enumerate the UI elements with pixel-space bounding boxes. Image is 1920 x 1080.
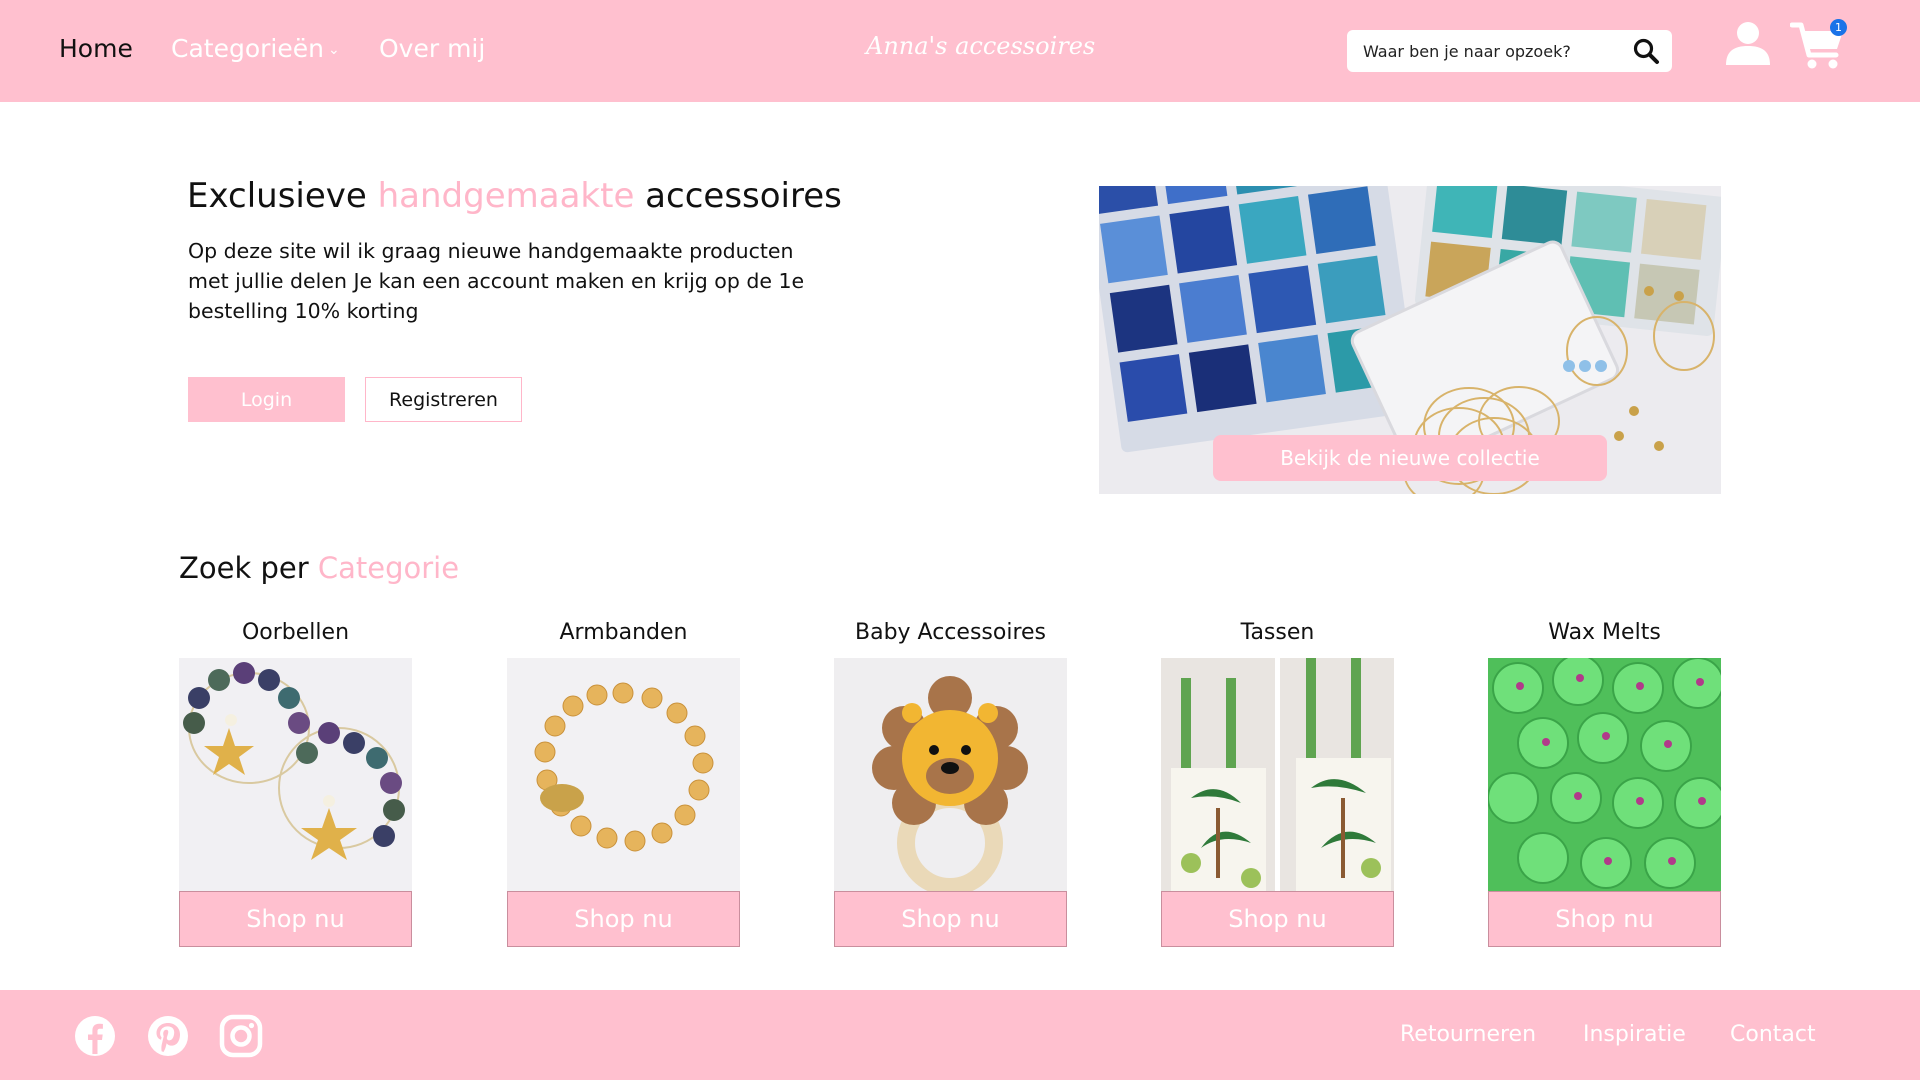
login-button[interactable]: Login [188, 377, 345, 422]
shop-now-button[interactable]: Shop nu [1161, 891, 1394, 947]
categories-heading-part1: Zoek per [179, 551, 318, 585]
hero-title: Exclusieve handgemaakte accessoires [187, 176, 842, 216]
hero-title-part1: Exclusieve [187, 176, 378, 216]
hero-title-accent: handgemaakte [377, 176, 635, 216]
category-label: Armbanden [559, 620, 688, 645]
categories-heading-accent: Categorie [317, 551, 460, 585]
nav-about[interactable]: Over mij [379, 34, 485, 63]
user-icon[interactable] [1724, 19, 1772, 67]
shop-now-button[interactable]: Shop nu [834, 891, 1067, 947]
bracelet-photo [507, 658, 740, 891]
search-input[interactable] [1363, 30, 1623, 72]
wax-melts-photo [1488, 658, 1721, 891]
footer-link-inspiratie[interactable]: Inspiratie [1583, 1022, 1686, 1047]
instagram-icon[interactable] [219, 1014, 263, 1058]
nav-home[interactable]: Home [59, 34, 133, 63]
hero-title-part2: accessoires [634, 176, 842, 216]
hero-description: Op deze site wil ik graag nieuwe handgem… [188, 239, 805, 323]
baby-rattle-photo [834, 658, 1067, 891]
nav-categories-label: Categorieën [171, 34, 324, 63]
view-collection-button[interactable]: Bekijk de nieuwe collectie [1213, 435, 1607, 481]
facebook-icon[interactable] [73, 1014, 117, 1058]
categories-heading: Zoek per Categorie [179, 551, 459, 585]
pinterest-icon[interactable] [146, 1014, 190, 1058]
footer-link-retourneren[interactable]: Retourneren [1400, 1022, 1536, 1047]
shop-now-button[interactable]: Shop nu [507, 891, 740, 947]
category-label: Oorbellen [241, 620, 350, 645]
register-button[interactable]: Registreren [365, 377, 522, 422]
category-label: Wax Melts [1548, 620, 1661, 645]
bags-photo [1161, 658, 1394, 891]
earrings-photo [179, 658, 412, 891]
search-bar [1347, 30, 1672, 72]
cart-count-badge: 1 [1830, 19, 1847, 36]
shop-now-button[interactable]: Shop nu [1488, 891, 1721, 947]
category-label: Baby Accessoires [855, 620, 1046, 645]
footer-link-contact[interactable]: Contact [1730, 1022, 1816, 1047]
shop-now-button[interactable]: Shop nu [179, 891, 412, 947]
category-label: Tassen [1240, 620, 1315, 645]
chevron-down-icon: ⌄ [327, 42, 340, 58]
site-logo[interactable]: Anna's accessoires [866, 32, 1095, 60]
nav-categories[interactable]: Categorieën ⌄ [171, 34, 340, 63]
search-icon[interactable] [1632, 37, 1660, 65]
